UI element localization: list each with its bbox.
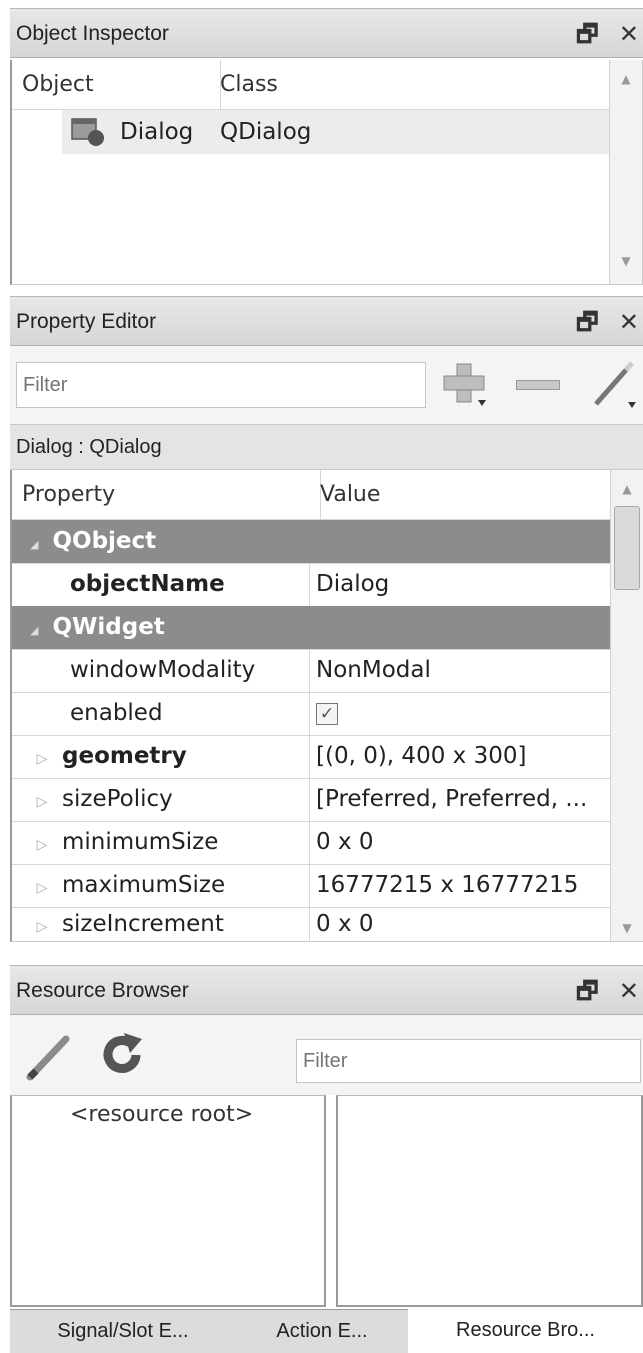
selected-object-label: Dialog : QDialog — [10, 424, 643, 470]
property-name: geometry — [62, 743, 187, 769]
scroll-down-icon[interactable]: ▼ — [611, 921, 643, 935]
scroll-down-icon[interactable]: ▼ — [610, 254, 642, 268]
object-class: QDialog — [220, 119, 312, 145]
property-name: sizeIncrement — [62, 911, 224, 937]
property-value[interactable]: NonModal — [310, 649, 611, 692]
property-name: objectName — [12, 563, 310, 606]
property-row-minimumsize[interactable]: ▷ minimumSize 0 x 0 — [12, 821, 611, 865]
property-value[interactable]: 16777215 x 16777215 — [310, 864, 611, 907]
property-name: enabled — [12, 692, 310, 735]
property-row-sizepolicy[interactable]: ▷ sizePolicy [Preferred, Preferred, ... — [12, 778, 611, 822]
property-editor-toolbar — [10, 346, 643, 424]
property-group-qobject[interactable]: ◢ QObject — [12, 520, 611, 564]
object-tree-row-dialog[interactable]: Dialog QDialog — [62, 110, 610, 154]
property-name: sizePolicy — [62, 786, 173, 812]
property-row-maximumsize[interactable]: ▷ maximumSize 16777215 x 16777215 — [12, 864, 611, 908]
expand-icon[interactable]: ▷ — [22, 738, 62, 781]
property-row-sizeincrement[interactable]: ▷ sizeIncrement 0 x 0 — [12, 907, 611, 942]
close-icon[interactable]: ✕ — [619, 308, 639, 336]
scroll-up-icon[interactable]: ▲ — [611, 482, 643, 496]
resource-browser-title: Resource Browser — [16, 979, 189, 1002]
property-name: windowModality — [12, 649, 310, 692]
property-editor-scrollbar[interactable]: ▲ ▼ — [610, 470, 643, 941]
add-dynamic-property-icon[interactable] — [440, 360, 490, 410]
object-inspector-header: Object Class — [12, 60, 610, 110]
resource-browser-titlebar: Resource Browser 🗗 ✕ — [10, 965, 643, 1015]
dialog-window-icon — [70, 116, 106, 148]
property-name: minimumSize — [62, 829, 219, 855]
resource-filter-input[interactable] — [296, 1039, 641, 1083]
resource-browser-toolbar — [10, 1015, 643, 1095]
resource-browser-panel: <resource root> — [10, 1095, 643, 1309]
expand-icon[interactable]: ▷ — [22, 910, 62, 945]
property-name: maximumSize — [62, 872, 226, 898]
float-icon[interactable]: 🗗 — [576, 308, 599, 336]
remove-property-icon[interactable] — [516, 380, 560, 390]
property-row-enabled[interactable]: enabled ✓ — [12, 692, 611, 736]
resource-files-view — [336, 1095, 643, 1307]
group-name: QWidget — [52, 614, 165, 640]
collapse-icon[interactable]: ◢ — [30, 538, 38, 551]
expand-icon[interactable]: ▷ — [22, 867, 62, 910]
edit-resources-pencil-icon[interactable] — [22, 1029, 74, 1085]
enabled-checkbox[interactable]: ✓ — [316, 702, 338, 725]
object-inspector-titlebar: Object Inspector 🗗 ✕ — [10, 8, 643, 58]
property-group-qwidget[interactable]: ◢ QWidget — [12, 606, 611, 650]
float-icon[interactable]: 🗗 — [576, 977, 599, 1005]
property-value[interactable]: Dialog — [310, 563, 611, 606]
expand-icon[interactable]: ▷ — [22, 824, 62, 867]
object-inspector-scrollbar[interactable]: ▲ ▼ — [609, 60, 642, 284]
collapse-icon[interactable]: ◢ — [30, 624, 38, 637]
reload-icon[interactable] — [96, 1029, 148, 1081]
bottom-tab-bar: Signal/Slot E... Action E... Resource Br… — [10, 1309, 643, 1353]
property-row-windowmodality[interactable]: windowModality NonModal — [12, 649, 611, 693]
property-row-geometry[interactable]: ▷ geometry [(0, 0), 400 x 300] — [12, 735, 611, 779]
object-name: Dialog — [120, 119, 194, 145]
expand-icon[interactable]: ▷ — [22, 781, 62, 824]
tab-action-editor[interactable]: Action E... — [236, 1310, 409, 1353]
property-value[interactable]: 0 x 0 — [310, 907, 611, 942]
object-inspector-title: Object Inspector — [16, 22, 169, 45]
property-value[interactable]: [Preferred, Preferred, ... — [310, 778, 611, 821]
tab-signal-slot-editor[interactable]: Signal/Slot E... — [10, 1310, 237, 1353]
group-name: QObject — [52, 528, 157, 554]
resource-root-item[interactable]: <resource root> — [70, 1102, 253, 1127]
configure-wand-icon[interactable] — [590, 358, 640, 412]
property-value[interactable]: [(0, 0), 400 x 300] — [310, 735, 611, 778]
scrollbar-thumb[interactable] — [614, 506, 640, 590]
property-row-objectname[interactable]: objectName Dialog — [12, 563, 611, 607]
tab-resource-browser[interactable]: Resource Bro... — [408, 1309, 643, 1353]
column-header-property[interactable]: Property — [12, 470, 321, 519]
property-value[interactable]: 0 x 0 — [310, 821, 611, 864]
property-editor-titlebar: Property Editor 🗗 ✕ — [10, 296, 643, 346]
column-header-class[interactable]: Class — [210, 60, 278, 109]
property-header: Property Value — [12, 470, 611, 520]
close-icon[interactable]: ✕ — [619, 977, 639, 1005]
property-filter-input[interactable] — [16, 362, 426, 408]
column-header-object[interactable]: Object — [12, 60, 221, 109]
object-inspector-panel: Object Class Dialog QDialog ▲ ▼ — [10, 60, 643, 285]
column-header-value[interactable]: Value — [310, 470, 380, 519]
property-editor-title: Property Editor — [16, 310, 157, 333]
scroll-up-icon[interactable]: ▲ — [610, 72, 642, 86]
resource-tree: <resource root> — [10, 1095, 326, 1307]
property-editor-panel: Property Value ◢ QObject objectName Dialo… — [10, 470, 643, 942]
float-icon[interactable]: 🗗 — [576, 20, 599, 48]
close-icon[interactable]: ✕ — [619, 20, 639, 48]
